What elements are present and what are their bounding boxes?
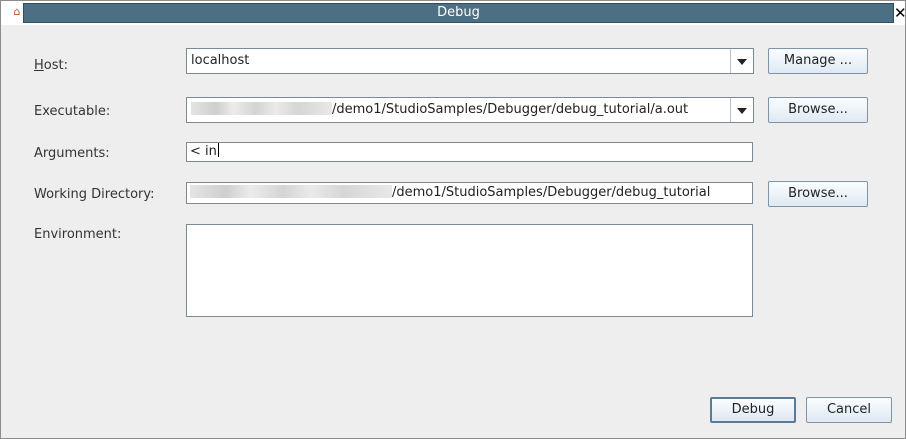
browse-executable-button[interactable]: Browse... — [768, 97, 868, 123]
executable-combo[interactable]: /demo1/StudioSamples/Debugger/debug_tuto… — [186, 97, 754, 123]
title-bar: ⌂ Debug ✕ — [1, 1, 906, 25]
environment-textarea[interactable] — [186, 224, 753, 317]
debug-button[interactable]: Debug — [710, 397, 796, 423]
executable-label: Executable: — [34, 104, 111, 119]
arguments-field[interactable]: < in — [186, 142, 753, 162]
working-directory-field[interactable]: /demo1/StudioSamples/Debugger/debug_tuto… — [186, 182, 753, 204]
executable-path: /demo1/StudioSamples/Debugger/debug_tuto… — [332, 102, 689, 117]
browse-directory-button[interactable]: Browse... — [768, 181, 868, 207]
close-icon[interactable]: ✕ — [894, 3, 906, 23]
host-label-rest: ost: — [43, 58, 68, 73]
debug-dialog: ⌂ Debug ✕ Host: localhost Manage ... Exe… — [0, 0, 906, 439]
working-directory-path: /demo1/StudioSamples/Debugger/debug_tuto… — [392, 185, 711, 200]
text-caret — [217, 143, 219, 157]
host-combo[interactable]: localhost — [186, 48, 754, 74]
redacted-path — [191, 102, 332, 115]
chevron-down-icon[interactable] — [730, 49, 753, 73]
app-icon: ⌂ — [13, 5, 21, 18]
working-directory-value: /demo1/StudioSamples/Debugger/debug_tuto… — [190, 183, 710, 203]
manage-button[interactable]: Manage ... — [768, 48, 868, 74]
arguments-label: Arguments: — [34, 146, 110, 161]
cancel-button[interactable]: Cancel — [806, 397, 892, 423]
host-label: Host: — [34, 58, 68, 73]
environment-label: Environment: — [34, 227, 122, 242]
arguments-value: < in — [190, 143, 219, 161]
arguments-text: < in — [190, 144, 217, 159]
working-directory-label: Working Directory: — [34, 187, 155, 202]
host-value: localhost — [191, 53, 250, 68]
chevron-down-icon[interactable] — [730, 98, 753, 122]
window-title: Debug — [437, 5, 480, 20]
redacted-path — [190, 185, 392, 198]
executable-value: /demo1/StudioSamples/Debugger/debug_tuto… — [191, 98, 688, 122]
title-strip[interactable]: Debug — [23, 3, 894, 23]
